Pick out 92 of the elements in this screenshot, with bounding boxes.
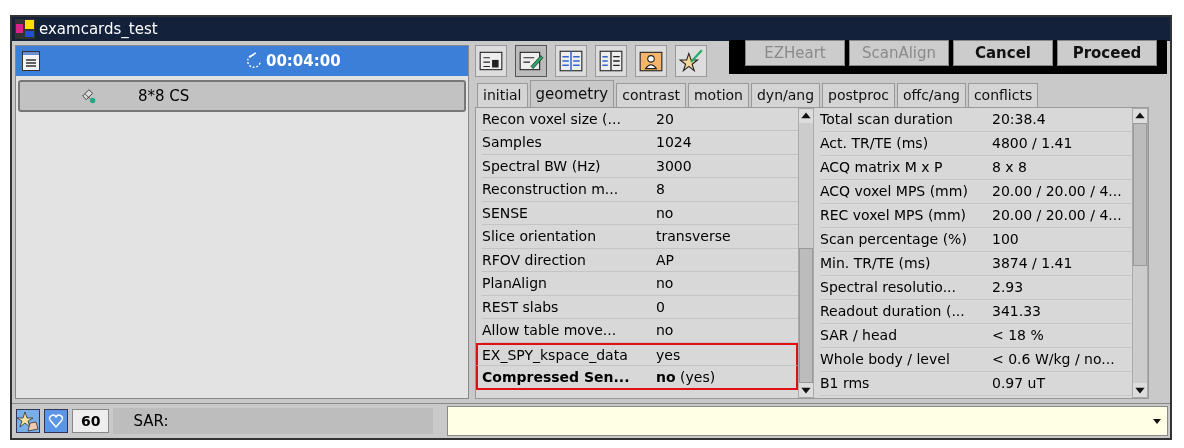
tab[interactable]: motion bbox=[687, 82, 749, 107]
star-hand-icon[interactable] bbox=[16, 409, 40, 433]
scrollbar[interactable] bbox=[798, 107, 814, 398]
person-folder-icon[interactable] bbox=[635, 44, 667, 77]
info-label: Spectral resolutio... bbox=[820, 279, 957, 296]
info-label: Act. TR/TE (ms) bbox=[820, 135, 930, 152]
parameter-row[interactable]: Compressed Sen... no (yes) bbox=[476, 366, 798, 390]
parameter-value[interactable]: 20 bbox=[656, 110, 674, 127]
checklist-icon[interactable] bbox=[595, 44, 627, 77]
info-label: Readout duration (... bbox=[820, 303, 966, 320]
parameter-row[interactable]: Recon voxel size (... 20 bbox=[482, 107, 798, 132]
info-label: Min. TR/TE (ms) bbox=[820, 255, 932, 272]
exam-item[interactable]: 8*8 CS bbox=[18, 80, 466, 112]
edit-icon[interactable] bbox=[515, 44, 547, 77]
info-value: 100 bbox=[992, 231, 1019, 248]
info-label: Whole body / level bbox=[820, 351, 951, 368]
star-wand-icon[interactable] bbox=[675, 44, 707, 77]
action-button[interactable]: Proceed bbox=[1057, 39, 1157, 66]
parameter-row[interactable]: Samples 1024 bbox=[482, 131, 798, 155]
parameter-label: Slice orientation bbox=[482, 228, 597, 245]
scrollbar[interactable] bbox=[1132, 107, 1148, 398]
info-value: 2.93 bbox=[992, 279, 1024, 296]
info-value: 20:38.4 bbox=[992, 111, 1046, 128]
parameter-value[interactable]: transverse bbox=[656, 228, 731, 245]
tab[interactable]: initial bbox=[477, 82, 528, 107]
scroll-down-icon[interactable] bbox=[1133, 383, 1147, 397]
parameter-value[interactable]: no bbox=[656, 204, 674, 221]
parameter-row[interactable]: REST slabs 0 bbox=[482, 295, 798, 320]
parameter-label: Allow table move... bbox=[482, 322, 618, 339]
parameter-label: Recon voxel size (... bbox=[482, 110, 622, 127]
parameter-value[interactable]: no bbox=[656, 322, 674, 339]
list-icon[interactable] bbox=[22, 51, 40, 71]
tab[interactable]: dyn/ang bbox=[751, 82, 821, 107]
info-label: B1 rms bbox=[820, 375, 871, 392]
parameter-label: Spectral BW (Hz) bbox=[482, 157, 602, 174]
parameter-row[interactable]: Spectral BW (Hz) 3000 bbox=[482, 154, 798, 179]
count-field: 60 bbox=[72, 409, 110, 433]
grid-icon[interactable] bbox=[555, 44, 587, 77]
app-icon bbox=[15, 19, 35, 39]
parameter-label: PlanAlign bbox=[482, 275, 548, 292]
info-label: Total scan duration bbox=[820, 111, 954, 128]
parameter-value[interactable]: 1024 bbox=[656, 134, 692, 151]
parameter-label: Samples bbox=[482, 134, 543, 151]
parameter-row[interactable]: Slice orientation transverse bbox=[482, 225, 798, 249]
action-button[interactable]: Cancel bbox=[953, 39, 1053, 66]
info-value: 8 x 8 bbox=[992, 159, 1027, 176]
parameter-label: Compressed Sen... bbox=[482, 368, 631, 385]
card-icon[interactable] bbox=[475, 44, 507, 77]
parameter-label: SENSE bbox=[482, 204, 529, 221]
window-title: examcards_test bbox=[39, 20, 158, 38]
info-label: SAR / head bbox=[820, 327, 899, 344]
info-label: ACQ voxel MPS (mm) bbox=[820, 183, 969, 200]
info-value: 20.00 / 20.00 / 4... bbox=[992, 207, 1122, 224]
info-label: REC voxel MPS (mm) bbox=[820, 207, 968, 224]
parameter-row[interactable]: RFOV direction AP bbox=[482, 248, 798, 273]
scan-time: 00:04:00 bbox=[266, 52, 341, 70]
info-value: 20.00 / 20.00 / 4... bbox=[992, 183, 1122, 200]
parameter-value[interactable]: yes bbox=[656, 346, 681, 363]
scroll-down-icon[interactable] bbox=[799, 383, 813, 397]
scroll-up-icon[interactable] bbox=[799, 108, 813, 123]
parameter-row[interactable]: EX_SPY_kspace_data yes bbox=[476, 342, 798, 367]
parameter-value[interactable]: 3000 bbox=[656, 157, 692, 174]
tab[interactable]: conflicts bbox=[967, 82, 1039, 107]
info-value: 3874 / 1.41 bbox=[992, 255, 1073, 272]
info-value: 0.97 uT bbox=[992, 375, 1046, 392]
scroll-up-icon[interactable] bbox=[1133, 108, 1147, 123]
parameter-row[interactable]: PlanAlign no bbox=[482, 272, 798, 296]
info-value: < 0.6 W/kg / no... bbox=[992, 351, 1115, 368]
sar-label: SAR: bbox=[113, 408, 434, 434]
command-field[interactable] bbox=[447, 406, 1168, 436]
info-value: < 18 % bbox=[992, 327, 1044, 344]
tab[interactable]: postproc bbox=[822, 82, 895, 107]
tab[interactable]: geometry bbox=[529, 79, 615, 107]
clock-icon bbox=[245, 52, 263, 70]
parameter-label: Reconstruction m... bbox=[482, 181, 620, 198]
tab[interactable]: offc/ang bbox=[896, 82, 966, 107]
info-label: ACQ matrix M x P bbox=[820, 159, 944, 176]
info-value: 4800 / 1.41 bbox=[992, 135, 1073, 152]
tab[interactable]: contrast bbox=[616, 82, 686, 107]
parameter-row[interactable]: SENSE no bbox=[482, 201, 798, 226]
parameter-value[interactable]: AP bbox=[656, 251, 675, 268]
parameter-label: EX_SPY_kspace_data bbox=[482, 346, 629, 363]
parameter-value[interactable]: 0 bbox=[656, 298, 665, 315]
parameter-label: RFOV direction bbox=[482, 251, 587, 268]
parameter-row[interactable]: Allow table move... no bbox=[482, 319, 798, 343]
parameter-value[interactable]: 8 bbox=[656, 181, 665, 198]
info-value: 341.33 bbox=[992, 303, 1041, 320]
parameter-row[interactable]: Reconstruction m... 8 bbox=[482, 178, 798, 202]
parameter-value[interactable]: no (yes) bbox=[656, 368, 716, 385]
parameter-label: REST slabs bbox=[482, 298, 560, 315]
parameter-value[interactable]: no bbox=[656, 275, 674, 292]
info-label: Scan percentage (%) bbox=[820, 231, 968, 248]
